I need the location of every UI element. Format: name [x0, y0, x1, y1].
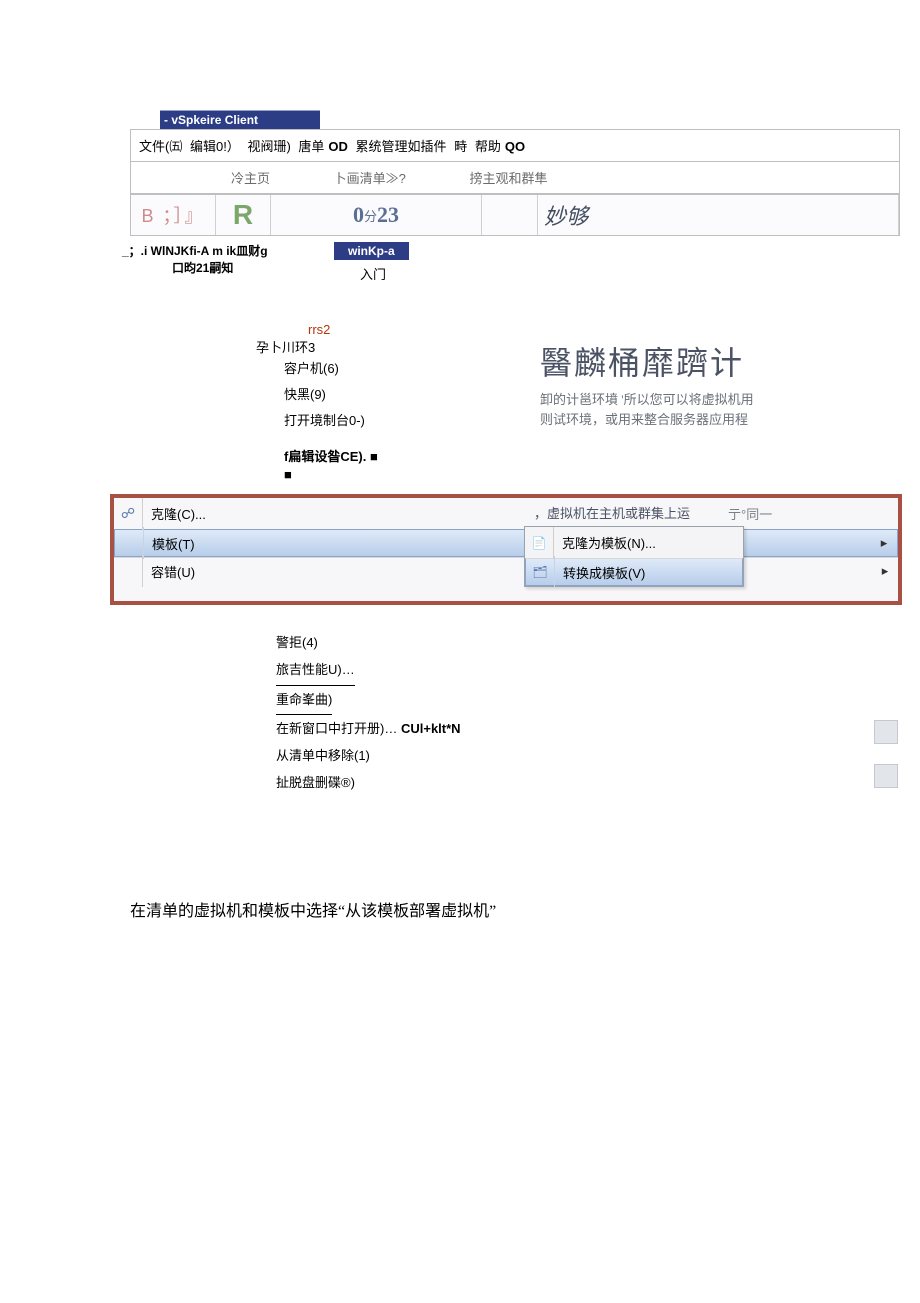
- scroll-marker-1[interactable]: [874, 720, 898, 744]
- fault-tolerance-icon: [114, 555, 143, 587]
- overlay-text-1b: 亍°同一: [728, 504, 772, 523]
- menu-open-new-window-label: 在新窗口中打开册)…: [276, 721, 397, 736]
- menu-bar: 文件(㈤ 编辑0!） 视阀珊) 唐单 OD 累统管理如插件 畤 帮助 QO: [130, 129, 900, 162]
- menu-plugin[interactable]: 畤: [454, 139, 467, 154]
- menu-edit[interactable]: 编辑0!）: [190, 139, 240, 154]
- chevron-right-icon: ▸: [877, 535, 891, 551]
- menu-rename[interactable]: 重命峯曲): [276, 686, 332, 715]
- toolbar-num-b: 23: [377, 202, 399, 228]
- overlay-text-1: ，虚拟机在主机或群集上运: [534, 503, 690, 522]
- clone-icon: ☍: [114, 498, 143, 530]
- toolbar-seg-2: R: [216, 195, 271, 235]
- submenu-convert-to-template-label: 转换成模板(V): [555, 563, 736, 582]
- menu-clone[interactable]: ☍ 克隆(C)...: [114, 498, 898, 529]
- menu-inventory-accel: OD: [328, 139, 348, 154]
- menu-view[interactable]: 视阀珊): [247, 139, 290, 154]
- menu-remove-from-inventory[interactable]: 从清单中移除(1): [276, 742, 920, 769]
- menu-open-new-window[interactable]: 在新窗口中打开册)… CUl+klt*N: [276, 715, 920, 742]
- crumb-inv[interactable]: 卜画清单≫?: [334, 168, 406, 187]
- menu-help-accel: QO: [505, 139, 525, 154]
- nav-crumbs: 冷主页 卜画清单≫? 搒主观和群隼: [130, 162, 900, 194]
- summary-text-2: 则试环境，或用来整合服务器应用程: [540, 410, 820, 430]
- menu-inventory[interactable]: 唐单: [298, 139, 324, 154]
- tab-sub-label: 入门: [360, 264, 386, 283]
- scroll-marker-2[interactable]: [874, 764, 898, 788]
- tree-root-label-2: 口昀21嗣知: [172, 259, 900, 276]
- toolbar-seg-5: 妙够: [538, 195, 899, 235]
- menu-alarm[interactable]: 警拒(4): [276, 629, 920, 656]
- tree-root-label-1: _；.i WlNJKfi-A m ik皿财g: [122, 242, 900, 259]
- scrollbar-thumbs: [874, 720, 898, 788]
- menu-admin[interactable]: 累统管理如插件: [356, 139, 447, 154]
- menu-template[interactable]: 模板(T) ▸: [114, 529, 898, 557]
- summary-text-1: 卸的计邕环墳 '所以您可以将虚拟机用: [540, 390, 820, 410]
- menu-template-label: 模板(T): [144, 534, 877, 553]
- context-menu-highlight: ，虚拟机在主机或群集上运 亍°同一 以机 。 ☍ 克隆(C)... 模板(T) …: [110, 494, 902, 605]
- clone-template-icon: 📄: [525, 527, 554, 559]
- menu-open-new-window-shortcut: CUl+klt*N: [401, 721, 461, 736]
- crumb-home[interactable]: 冷主页: [231, 168, 270, 187]
- menu-help[interactable]: 帮助: [475, 139, 501, 154]
- submenu-clone-to-template[interactable]: 📄 克隆为模板(N)...: [525, 527, 743, 558]
- chevron-right-icon-2: ▸: [878, 563, 892, 579]
- vm-summary-panel: 醫麟桶靡躋计 卸的计邕环墳 '所以您可以将虚拟机用 则试环境，或用来整合服务器应…: [540, 338, 820, 429]
- menu-fault-tolerance-label: 容错(U): [143, 562, 878, 581]
- toolbar-num-a: 0: [353, 202, 364, 228]
- tree-node-rrs2[interactable]: rrs2: [308, 322, 900, 337]
- menu-clone-label: 克隆(C)...: [143, 504, 892, 523]
- context-menu-lower: 警拒(4) 旅吉性能U)… 重命峯曲) 在新窗口中打开册)… CUl+klt*N…: [276, 629, 920, 797]
- menu-performance[interactable]: 旅吉性能U)…: [276, 656, 355, 685]
- menu-delete-from-disk[interactable]: 扯脱盘删碟®): [276, 769, 920, 796]
- toolbar-row: B ；］』 R 0分23 妙够: [130, 194, 900, 236]
- tab-winkp-a[interactable]: winKp-a: [334, 242, 409, 260]
- summary-heading: 醫麟桶靡躋计: [540, 338, 820, 384]
- content-area: _；.i WlNJKfi-A m ik皿财g 口昀21嗣知 winKp-a 入门…: [130, 242, 900, 488]
- convert-template-icon: 🗂: [526, 556, 555, 588]
- crumb-hosts[interactable]: 搒主观和群隼: [470, 168, 548, 187]
- submenu-convert-to-template[interactable]: 🗂 转换成模板(V): [525, 558, 743, 586]
- toolbar-seg-1: B ；］』: [131, 195, 216, 235]
- submenu-clone-to-template-label: 克隆为模板(N)...: [554, 533, 737, 552]
- template-submenu: 📄 克隆为模板(N)... 🗂 转换成模板(V): [524, 526, 744, 587]
- toolbar-seg-4: [482, 195, 538, 235]
- page-instruction: 在清单的虚拟机和模板中选择“从该模板部署虚拟机”: [130, 897, 920, 921]
- menu-fault-tolerance[interactable]: 容错(U) ▸: [114, 557, 898, 584]
- toolbar-mid: 分: [364, 206, 377, 225]
- window-title-bar: - vSpkeire Client: [160, 110, 320, 129]
- menu-file[interactable]: 文件(㈤: [139, 139, 182, 154]
- toolbar-seg-3: 0分23: [271, 195, 482, 235]
